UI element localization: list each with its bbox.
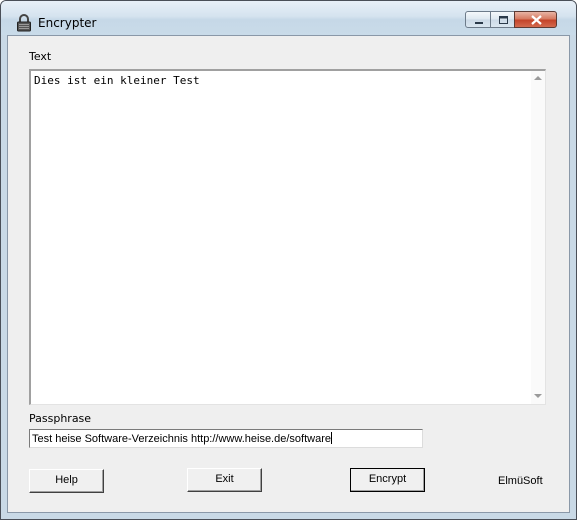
text-area[interactable]: Dies ist ein kleiner Test [29,69,546,405]
passphrase-label: Passphrase [29,412,92,425]
padlock-icon [16,14,32,32]
help-button[interactable]: Help [29,469,104,493]
scroll-down-arrow-icon[interactable] [534,394,542,398]
client-area: Text Dies ist ein kleiner Test Passphras… [7,35,570,513]
encrypt-button[interactable]: Encrypt [350,468,425,492]
minimize-icon [475,22,483,24]
window-title: Encrypter [38,16,97,30]
text-label: Text [29,50,52,63]
vertical-scrollbar[interactable] [531,71,545,404]
maximize-icon [499,16,508,24]
title-bar[interactable]: Encrypter [1,1,576,35]
close-button[interactable] [514,11,557,28]
encrypter-window: Encrypter Text Dies ist ein kleiner Test… [0,0,577,520]
brand-label: ElmüSoft [498,475,543,487]
minimize-button[interactable] [465,11,491,28]
exit-button[interactable]: Exit [187,468,262,492]
text-caret [330,432,332,444]
text-area-content[interactable]: Dies ist ein kleiner Test [34,74,529,402]
passphrase-value: Test heise Software-Verzeichnis http://w… [32,433,331,445]
close-icon [531,15,542,25]
scroll-up-arrow-icon[interactable] [534,76,542,80]
maximize-button[interactable] [490,11,515,28]
passphrase-input[interactable]: Test heise Software-Verzeichnis http://w… [29,429,423,448]
